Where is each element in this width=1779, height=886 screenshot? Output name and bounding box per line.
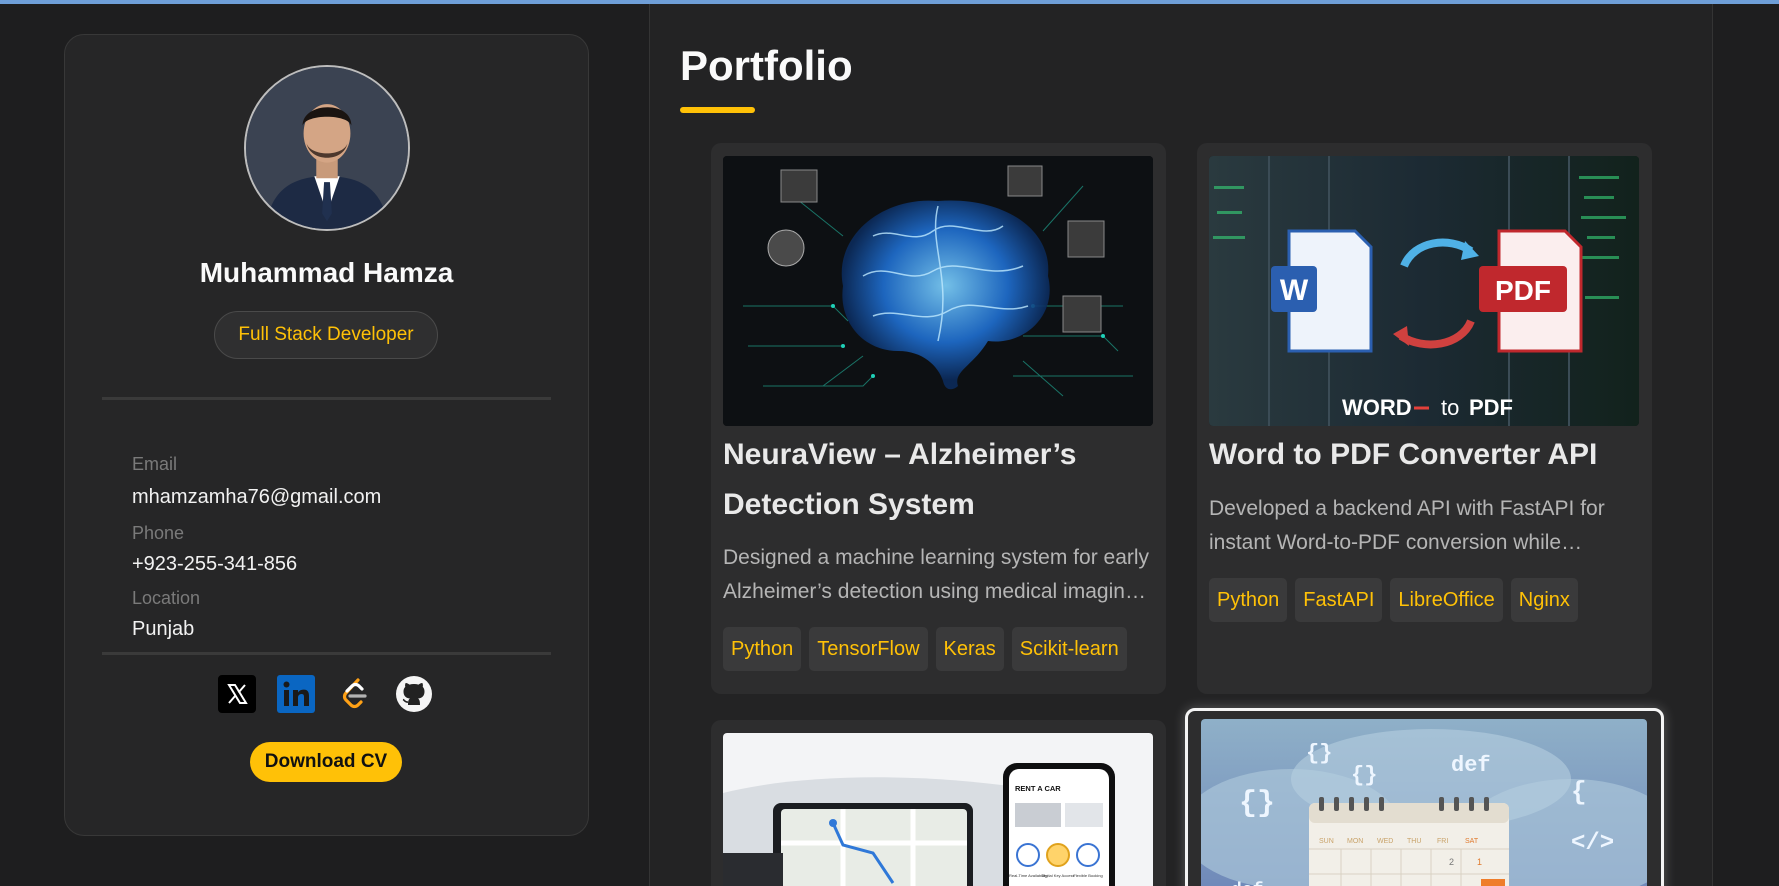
calendar-day-label: WED <box>1377 838 1393 845</box>
calendar-day-label: SAT <box>1465 838 1479 845</box>
role-badge: Full Stack Developer <box>214 311 438 359</box>
github-icon[interactable] <box>395 675 433 713</box>
project-description: Designed a machine learning system for e… <box>723 546 1150 603</box>
code-def-decor: def <box>1231 881 1263 886</box>
calendar-day-label: THU <box>1407 838 1421 845</box>
feature-label: Digital Key Access <box>1042 873 1075 878</box>
calendar-day-label: FRI <box>1437 838 1448 845</box>
page-title: Portfolio <box>680 42 853 89</box>
leetcode-icon[interactable] <box>336 675 374 713</box>
pdf-label: PDF <box>1495 275 1551 306</box>
code-tag-decor: </> <box>1571 830 1614 857</box>
tech-tag: Python <box>1209 578 1288 622</box>
tech-tags: Python TensorFlow Keras Scikit-learn <box>723 627 1127 671</box>
email-label: Email <box>132 454 178 474</box>
divider <box>102 397 551 400</box>
code-braces-decor: {} <box>1306 741 1332 766</box>
word-w-letter: W <box>1280 274 1309 307</box>
project-title: Word to PDF Converter API <box>1209 438 1598 471</box>
profile-sidebar: Muhammad Hamza Full Stack Developer Emai… <box>64 34 589 836</box>
code-braces-decor: {} <box>1239 787 1275 821</box>
project-description: Developed a backend API with FastAPI for… <box>1209 497 1605 554</box>
project-title: NeuraView – Alzheimer’s Detection System <box>723 438 1077 521</box>
app-header-text: RENT A CAR <box>1015 784 1061 793</box>
x-twitter-icon[interactable] <box>218 675 256 713</box>
phone-label: Phone <box>132 523 185 543</box>
linkedin-icon[interactable] <box>277 675 315 713</box>
project-card-word-to-pdf[interactable]: W PDF WORD to PDF Word to PDF Converter … <box>1197 143 1652 694</box>
tech-tag: TensorFlow <box>809 627 928 671</box>
feature-label: Flexible Booking <box>1073 873 1102 878</box>
email-value[interactable]: mhamzamha76@gmail.com <box>132 486 381 509</box>
social-links <box>218 675 433 713</box>
project-card-neuraview[interactable]: NeuraView – Alzheimer’s Detection System… <box>711 143 1166 694</box>
svg-text:1: 1 <box>1477 857 1482 867</box>
tech-tags: Python FastAPI LibreOffice Nginx <box>1209 578 1578 622</box>
calendar-day-label: SUN <box>1319 838 1334 845</box>
profile-name: Muhammad Hamza <box>199 257 454 288</box>
image-caption-to: to <box>1441 395 1459 420</box>
project-card-calendar[interactable]: {} {} {} def def </> { <box>1185 708 1664 886</box>
avatar <box>244 65 410 231</box>
tech-tag: Nginx <box>1510 578 1578 622</box>
tech-tag: Python <box>723 627 802 671</box>
project-thumbnail-calendar: {} {} {} def def </> { <box>1201 719 1647 886</box>
image-caption-pdf: PDF <box>1469 395 1513 420</box>
calendar-day-label: MON <box>1347 838 1363 845</box>
project-thumbnail-word-pdf: W PDF WORD to PDF <box>1209 156 1639 426</box>
download-cv-button[interactable]: Download CV <box>250 742 402 782</box>
location-label: Location <box>132 588 201 608</box>
divider <box>102 652 551 655</box>
tech-tag: LibreOffice <box>1390 578 1503 622</box>
portfolio-section: Portfolio NeuraView – Alzheimer’s Detect… <box>649 4 1713 886</box>
code-def-decor: def <box>1451 753 1491 778</box>
svg-text:2: 2 <box>1449 857 1454 867</box>
tech-tag: Keras <box>935 627 1004 671</box>
project-card-rent-a-car[interactable]: RENT A CAR Real-Time Availability Digita… <box>711 720 1166 886</box>
phone-value[interactable]: +923-255-341-856 <box>132 553 297 576</box>
code-braces-decor: {} <box>1351 763 1377 788</box>
title-underline <box>680 107 755 113</box>
svg-text:{: { <box>1571 777 1587 807</box>
tech-tag: Scikit-learn <box>1011 627 1127 671</box>
location-value: Punjab <box>132 618 195 640</box>
image-caption-word: WORD <box>1342 395 1412 420</box>
project-thumbnail-car-app: RENT A CAR Real-Time Availability Digita… <box>723 733 1153 886</box>
project-thumbnail-brain <box>723 156 1153 426</box>
tech-tag: FastAPI <box>1295 578 1383 622</box>
